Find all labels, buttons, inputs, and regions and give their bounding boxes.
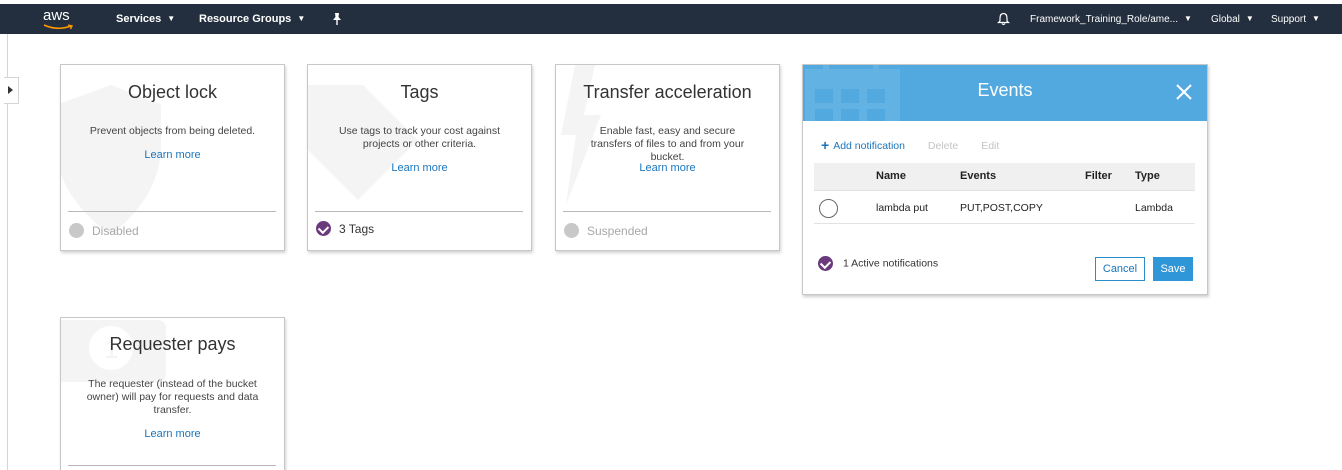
- expand-panel-button[interactable]: [4, 77, 19, 104]
- column-header-name: Name: [876, 170, 906, 182]
- cell-name: lambda put: [876, 202, 928, 214]
- resource-groups-label: Resource Groups: [199, 13, 292, 25]
- card-description: The requester (instead of the bucket own…: [86, 378, 259, 416]
- aws-logo-text: aws: [43, 7, 70, 24]
- table-row[interactable]: lambda put PUT,POST,COPY Lambda: [814, 190, 1195, 224]
- card-divider: [315, 211, 523, 212]
- status-disabled-icon: [69, 223, 84, 239]
- card-divider: [68, 465, 276, 466]
- delete-button[interactable]: Delete: [928, 140, 958, 152]
- add-notification-button[interactable]: + Add notification: [821, 137, 905, 153]
- card-description: Enable fast, easy and secure transfers o…: [590, 125, 745, 163]
- bell-icon[interactable]: [997, 12, 1010, 26]
- events-panel: Events + Add notification Delete Edit Nam…: [802, 64, 1208, 295]
- save-button[interactable]: Save: [1153, 257, 1193, 281]
- transfer-acceleration-card: Transfer acceleration Enable fast, easy …: [555, 64, 780, 251]
- card-description: Use tags to track your cost against proj…: [338, 125, 501, 150]
- edit-button[interactable]: Edit: [981, 140, 999, 152]
- chevron-down-icon: ▼: [1312, 14, 1320, 23]
- region-menu[interactable]: Global ▼: [1211, 4, 1254, 34]
- support-label: Support: [1271, 14, 1307, 25]
- card-divider: [68, 211, 276, 212]
- card-title: Object lock: [127, 82, 218, 102]
- row-select-radio[interactable]: [819, 199, 838, 218]
- requester-pays-card: 1 Requester pays The requester (instead …: [60, 317, 285, 470]
- pin-icon[interactable]: [331, 12, 343, 26]
- active-notifications-text: 1 Active notifications: [843, 257, 939, 270]
- card-title: Transfer acceleration: [583, 82, 752, 102]
- chevron-down-icon: ▼: [1184, 14, 1192, 23]
- aws-smile-icon: [43, 24, 74, 30]
- chevron-down-icon: ▼: [167, 14, 176, 23]
- aws-logo[interactable]: aws: [42, 6, 78, 32]
- events-toolbar: + Add notification Delete Edit: [821, 137, 999, 153]
- card-divider: [563, 211, 771, 212]
- support-menu[interactable]: Support ▼: [1271, 4, 1320, 34]
- cancel-button[interactable]: Cancel: [1095, 257, 1145, 281]
- card-title: Tags: [400, 82, 439, 102]
- status-text: Disabled: [92, 223, 139, 238]
- table-header: Name Events Filter Type: [814, 163, 1195, 190]
- services-menu[interactable]: Services ▼: [116, 4, 175, 34]
- plus-icon: +: [821, 137, 830, 153]
- learn-more-link[interactable]: Learn more: [61, 149, 284, 161]
- card-status: Disabled: [69, 222, 139, 239]
- resource-groups-menu[interactable]: Resource Groups ▼: [199, 4, 305, 34]
- expand-panel-icon: [8, 86, 13, 94]
- top-navigation-bar: aws Services ▼ Resource Groups ▼ Framework…: [0, 4, 1342, 34]
- check-icon: [316, 221, 331, 237]
- add-notification-label: Add notification: [833, 140, 905, 152]
- notifications-table: Name Events Filter Type lambda put PUT,P…: [814, 163, 1195, 224]
- status-text: 3 Tags: [339, 221, 375, 236]
- card-description: Prevent objects from being deleted.: [89, 125, 256, 137]
- tags-card: Tags Use tags to track your cost against…: [307, 64, 532, 251]
- status-text: Suspended: [587, 223, 648, 238]
- check-icon: [818, 256, 833, 271]
- chevron-down-icon: ▼: [297, 14, 306, 23]
- card-status: Suspended: [564, 222, 648, 239]
- learn-more-link[interactable]: Learn more: [308, 162, 531, 174]
- cell-events: PUT,POST,COPY: [960, 202, 1043, 214]
- card-status: 3 Tags: [316, 220, 375, 237]
- object-lock-card: Object lock Prevent objects from being d…: [60, 64, 285, 251]
- active-notifications-status: 1 Active notifications: [818, 256, 938, 271]
- card-title: Requester pays: [109, 334, 236, 354]
- column-header-type: Type: [1135, 170, 1160, 182]
- services-label: Services: [116, 13, 162, 25]
- events-header: Events: [803, 65, 1207, 121]
- learn-more-link[interactable]: Learn more: [61, 428, 284, 440]
- chevron-down-icon: ▼: [1245, 14, 1254, 23]
- account-role-label: Framework_Training_Role/ame...: [1030, 14, 1179, 25]
- region-label: Global: [1211, 14, 1240, 25]
- learn-more-link[interactable]: Learn more: [556, 162, 779, 174]
- cell-type: Lambda: [1135, 202, 1173, 214]
- account-role-menu[interactable]: Framework_Training_Role/ame... ▼: [1030, 4, 1192, 34]
- close-icon[interactable]: [1175, 83, 1193, 101]
- column-header-filter: Filter: [1085, 170, 1112, 182]
- events-title: Events: [977, 80, 1033, 100]
- status-disabled-icon: [564, 223, 579, 239]
- column-header-events: Events: [960, 170, 997, 182]
